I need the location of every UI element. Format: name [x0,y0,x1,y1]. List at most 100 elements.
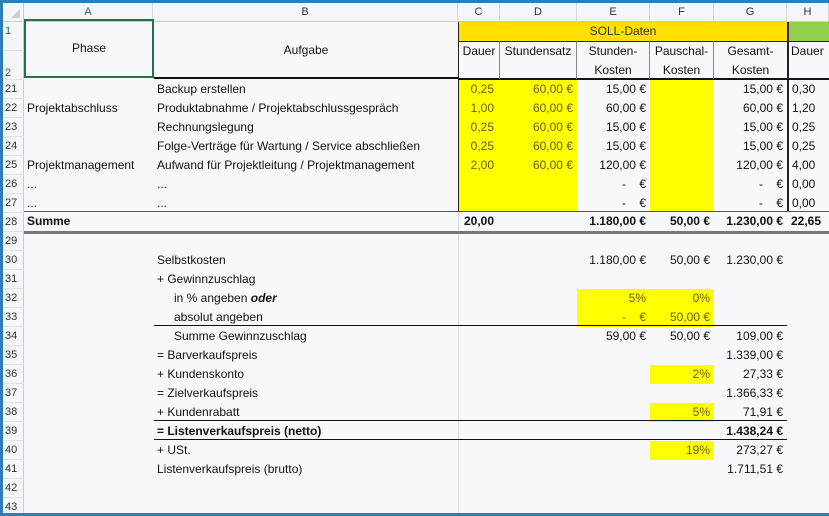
cell-pauschalkosten[interactable] [650,80,714,99]
row-header-42[interactable]: 42 [3,479,24,498]
row-header-40[interactable]: 40 [3,441,24,460]
column-header-e[interactable]: E [577,3,650,22]
kundenskonto-f[interactable]: 2% [650,365,714,384]
column-header-c[interactable]: C [458,3,500,22]
cell-aufgabe[interactable]: Produktabnahme / Projektabschlussgespräc… [154,99,458,118]
row-header-23[interactable]: 23 [3,118,24,137]
listen-brutto-g[interactable]: 1.711,51 € [714,460,787,479]
cell-stundensatz[interactable]: 60,00 € [500,137,577,156]
cell-stundensatz[interactable]: 60,00 € [500,99,577,118]
row-header-25[interactable]: 25 [3,156,24,175]
cell-stundensatz[interactable]: 60,00 € [500,156,577,175]
cell-phase[interactable]: Projektabschluss [24,99,154,118]
cell-dauer[interactable]: 2,00 [458,156,500,175]
summe-gewinn-g[interactable]: 109,00 € [714,327,787,346]
header-stundensatz[interactable]: Stundensatz [500,41,577,80]
row-header-1[interactable]: 1 [3,22,24,51]
header-gesamtkosten[interactable]: Gesamt- Kosten [714,41,787,80]
cell-dauer[interactable]: 0,25 [458,80,500,99]
cell-gesamtkosten[interactable]: - € [714,175,787,194]
row-header-41[interactable]: 41 [3,460,24,479]
cell-aufgabe[interactable]: ... [154,175,458,194]
cell-dauer-ist[interactable]: 4,00 [789,156,829,175]
column-header-b[interactable]: B [153,3,458,22]
cell-stundensatz[interactable]: 60,00 € [500,118,577,137]
cell-pauschalkosten[interactable] [650,175,714,194]
cell-dauer[interactable]: 0,25 [458,118,500,137]
cell-pauschalkosten[interactable] [650,118,714,137]
gewinn-prozent-e[interactable]: 5% [577,289,650,308]
row-header-33[interactable]: 33 [3,308,24,327]
summe-gewinn-f[interactable]: 50,00 € [650,327,714,346]
cell-gesamtkosten[interactable]: 15,00 € [714,137,787,156]
cell-stundenkosten[interactable]: 15,00 € [577,80,650,99]
cell-dauer[interactable] [458,175,500,194]
selbstkosten-g[interactable]: 1.230,00 € [714,251,787,270]
row-header-29[interactable]: 29 [3,232,24,251]
cell-stundenkosten[interactable]: 120,00 € [577,156,650,175]
header-aufgabe[interactable]: Aufgabe [154,22,458,79]
ist-daten-header[interactable] [787,22,829,41]
gewinn-prozent-f[interactable]: 0% [650,289,714,308]
row-header-26[interactable]: 26 [3,175,24,194]
row-header-28[interactable]: 28 [3,213,24,232]
cell-stundensatz[interactable] [500,175,577,194]
header-dauer[interactable]: Dauer [458,41,500,80]
cell-pauschalkosten[interactable] [650,99,714,118]
cell-gesamtkosten[interactable]: 60,00 € [714,99,787,118]
cell-phase[interactable] [24,118,154,137]
column-header-f[interactable]: F [650,3,714,22]
row-header-22[interactable]: 22 [3,99,24,118]
cell-dauer-ist[interactable]: 0,30 [789,80,829,99]
zielverkaufspreis-g[interactable]: 1.366,33 € [714,384,787,403]
cell-dauer-ist[interactable]: 0,00 [789,175,829,194]
row-header-37[interactable]: 37 [3,384,24,403]
row-header-2[interactable]: 2 [3,51,24,80]
select-all-corner[interactable] [3,3,24,22]
cell-stundenkosten[interactable]: 15,00 € [577,137,650,156]
row-header-30[interactable]: 30 [3,251,24,270]
summe-gewinn-e[interactable]: 59,00 € [577,327,650,346]
barverkaufspreis-g[interactable]: 1.339,00 € [714,346,787,365]
cell-dauer-ist[interactable]: 0,25 [789,137,829,156]
soll-daten-header[interactable]: SOLL-Daten [458,22,787,41]
header-dauer-ist[interactable]: Dauer [787,41,829,80]
cell-phase[interactable] [24,80,154,99]
cell-pauschalkosten[interactable] [650,156,714,175]
row-header-43[interactable]: 43 [3,498,24,513]
cell-aufgabe[interactable]: Folge-Verträge für Wartung / Service abs… [154,137,458,156]
cell-phase[interactable]: Projektmanagement [24,156,154,175]
cell-dauer-ist[interactable]: 1,20 [789,99,829,118]
selbstkosten-f[interactable]: 50,00 € [650,251,714,270]
row-header-39[interactable]: 39 [3,422,24,441]
cell-stundenkosten[interactable]: 15,00 € [577,118,650,137]
column-header-d[interactable]: D [500,3,577,22]
cell-dauer[interactable]: 0,25 [458,137,500,156]
row-header-36[interactable]: 36 [3,365,24,384]
kundenskonto-g[interactable]: 27,33 € [714,365,787,384]
cell-gesamtkosten[interactable]: 15,00 € [714,118,787,137]
row-header-21[interactable]: 21 [3,80,24,99]
selbstkosten-e[interactable]: 1.180,00 € [577,251,650,270]
cell-gesamtkosten[interactable]: 120,00 € [714,156,787,175]
cell-pauschalkosten[interactable] [650,137,714,156]
cell-aufgabe[interactable]: Backup erstellen [154,80,458,99]
row-header-32[interactable]: 32 [3,289,24,308]
cell-dauer-ist[interactable]: 0,25 [789,118,829,137]
cell-phase[interactable] [24,137,154,156]
cell-phase[interactable]: ... [24,175,154,194]
row-header-38[interactable]: 38 [3,403,24,422]
cell-stundenkosten[interactable]: - € [577,175,650,194]
cell-stundenkosten[interactable]: 60,00 € [577,99,650,118]
cell-aufgabe[interactable]: Rechnungslegung [154,118,458,137]
row-header-24[interactable]: 24 [3,137,24,156]
ust-f[interactable]: 19% [650,441,714,460]
header-pauschalkosten[interactable]: Pauschal- Kosten [650,41,714,80]
row-header-31[interactable]: 31 [3,270,24,289]
header-phase[interactable]: Phase [24,19,154,78]
row-header-27[interactable]: 27 [3,194,24,213]
column-header-g[interactable]: G [714,3,787,22]
cell-dauer[interactable]: 1,00 [458,99,500,118]
row-header-35[interactable]: 35 [3,346,24,365]
column-header-h[interactable]: H [787,3,829,22]
